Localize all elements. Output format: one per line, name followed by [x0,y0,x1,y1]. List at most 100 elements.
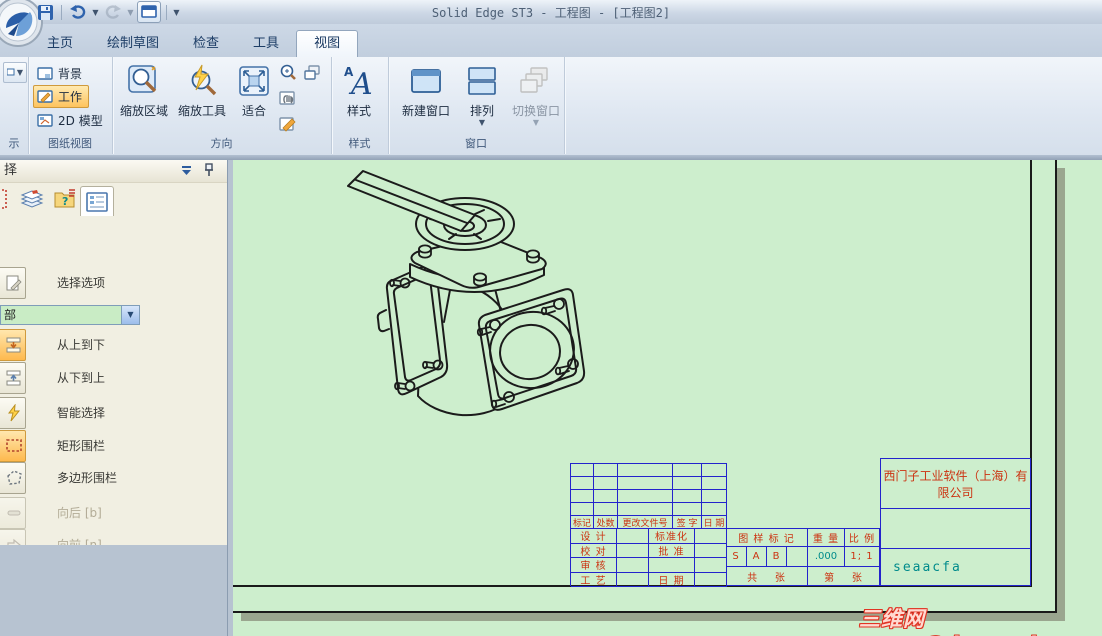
redo-arrow-icon[interactable] [102,2,124,22]
undo-arrow-icon[interactable] [67,2,89,22]
layers-icon[interactable] [18,186,45,212]
ribbon-group-overflow: ▼ 示 [0,57,29,154]
ribbon-group-sheet-views: 背景 工作 2D 模型 图纸视图 [28,57,113,154]
redo-dropdown-chevron[interactable]: ▼ [126,8,135,17]
dotted-poly-icon[interactable] [0,462,26,494]
tab-inspect[interactable]: 检查 [176,31,236,57]
panel-tab-edge-icon[interactable] [0,186,9,212]
panel-item-select-options[interactable]: 选择选项 [0,267,227,301]
background-sheet-button[interactable]: 背景 [33,62,89,85]
drawing-code: seaacfa [893,559,962,575]
panel-item-smart-select[interactable]: 智能选择 [0,397,227,431]
arrow-up-stack-icon[interactable] [0,362,26,394]
titleblock-cell [618,464,673,477]
panel-item-poly-fence[interactable]: 多边形围栏 [0,462,227,496]
panel-item-bottom-up[interactable]: 从下到上 [0,362,227,396]
select-tool-panel: 择 ? 部 ▼ 选择选项 从上到下 从下到上 智能选择 矩形围栏 多边形围栏 向… [0,160,227,588]
back-bar-icon[interactable] [0,497,26,529]
fit-icon [237,60,271,102]
pan-icon[interactable] [278,89,298,109]
lightning-icon[interactable] [0,397,26,429]
watermark-text: 三维网www.3dportal.cn [859,607,1074,636]
panel-item-label: 从下到上 [57,371,106,385]
tab-tools[interactable]: 工具 [236,31,296,57]
titleblock-cell: 设 计 [571,529,617,544]
zoom-tool-button[interactable]: 缩放工具 [174,60,230,136]
undo-dropdown-chevron[interactable]: ▼ [91,8,100,17]
titleblock-cell [617,529,649,544]
solid-edge-window: ▼ ▼ ▼ Solid Edge ST3 - 工程图 - [工程图2] 主页 绘制… [0,0,1102,636]
titleblock-cell [594,503,618,516]
redline-pen-icon[interactable] [278,114,298,134]
ribbon-group-label: 图纸视图 [48,137,92,150]
background-sheet-icon [37,66,53,80]
titleblock-cell [695,543,727,558]
title-block-stamp-section: 图 样 标 记重 量比 例 S A B .000 1; 1 共 张第 张 [726,528,881,586]
dropdown-value: 部 [4,308,17,322]
titleblock-cell [571,490,594,503]
arrange-dropdown-chevron[interactable]: ▼ [479,119,485,127]
pin-panel-icon[interactable] [203,163,215,185]
save-floppy-icon[interactable] [34,2,56,22]
arrow-down-stack-icon[interactable] [0,329,26,361]
dotted-rect-icon[interactable] [0,430,26,462]
panel-tab-strip: ? [0,183,227,216]
tab-sketch[interactable]: 绘制草图 [90,31,176,57]
titleblock-cell: 标记 [571,516,594,529]
panel-item-top-down[interactable]: 从上到下 [0,329,227,363]
titleblock-cell [571,503,594,516]
titleblock-cell: 第 张 [808,567,880,586]
sheets-icon[interactable] [302,63,322,83]
zoom-area-icon [127,60,161,102]
title-block-change-section: 标记 处数 更改文件号签 字日 期设 计标准化校 对批 准审 核工 艺日 期 [570,463,727,587]
qat-separator [61,4,62,20]
title-block: 标记 处数 更改文件号签 字日 期设 计标准化校 对批 准审 核工 艺日 期 图 样… [570,458,1031,587]
button-label: 适合 [241,104,266,118]
titleblock-cell: 校 对 [571,543,617,558]
titleblock-cell [673,503,702,516]
titleblock-cell: 日 期 [702,516,727,529]
ribbon-tab-row: 主页 绘制草图 检查 工具 视图 [0,24,1102,57]
titleblock-cell: .000 [808,547,845,567]
valve-drawing[interactable] [330,164,600,434]
fit-button[interactable]: 适合 [232,60,276,136]
tab-view[interactable]: 视图 [296,30,359,57]
working-sheet-button[interactable]: 工作 [33,85,90,108]
drawing-viewport[interactable]: 标记 处数 更改文件号签 字日 期设 计标准化校 对批 准审 核工 艺日 期 图 样… [233,160,1102,636]
overflow-dropdown-button[interactable]: ▼ [3,62,27,83]
panel-content: 部 ▼ ✓ 接受 ✕ 取消选择 选择选项从上到下从下到上智能选择矩形围栏多边形围… [0,212,227,588]
titleblock-cell [594,490,618,503]
switch-window-icon[interactable] [137,1,161,23]
collapse-panel-icon[interactable] [180,163,193,185]
switch-window-button[interactable]: 切换窗口 ▼ [510,60,562,136]
doc-pencil-icon[interactable] [0,267,26,299]
ribbon-tabs: 主页 绘制草图 检查 工具 视图 [30,29,359,57]
zoom-icon[interactable] [278,63,298,83]
titleblock-cell [594,464,618,477]
panel-item-label: 矩形围栏 [57,439,106,453]
ribbon-group-style: AA 样式 样式 [331,57,389,154]
titleblock-cell: 工 艺 [571,572,617,587]
panel-header: 择 [0,160,227,183]
new-window-button[interactable]: 新建窗口 [396,60,456,136]
panel-item-rect-fence[interactable]: 矩形围栏 [0,430,227,464]
qat-customize-chevron[interactable]: ▼ [172,8,181,17]
button-label: 切换窗口 [511,104,560,118]
zoom-area-button[interactable]: 缩放区域 [116,60,172,136]
titleblock-cell [571,464,594,477]
arrange-button[interactable]: 排列 ▼ [460,60,504,136]
query-folder-icon[interactable]: ? [52,186,79,212]
style-a-icon: AA [342,60,376,102]
chevron-down-icon[interactable]: ▼ [121,306,139,324]
titleblock-cell: 更改文件号 [618,516,673,529]
panel-item-label: 从上到下 [57,338,106,352]
titleblock-cell [617,572,649,587]
style-button[interactable]: AA 样式 [333,60,385,136]
2d-model-button[interactable]: 2D 模型 [33,109,110,132]
select-filter-dropdown[interactable]: 部 ▼ [0,305,140,325]
titleblock-cell: 批 准 [649,543,695,558]
panel-item-backward[interactable]: 向后 [b] [0,497,227,531]
titleblock-cell: 处数 [594,516,618,529]
panel-item-label: 向后 [b] [57,506,102,520]
ribbon-group-orientation: 缩放区域 缩放工具 适合 方向 [112,57,332,154]
